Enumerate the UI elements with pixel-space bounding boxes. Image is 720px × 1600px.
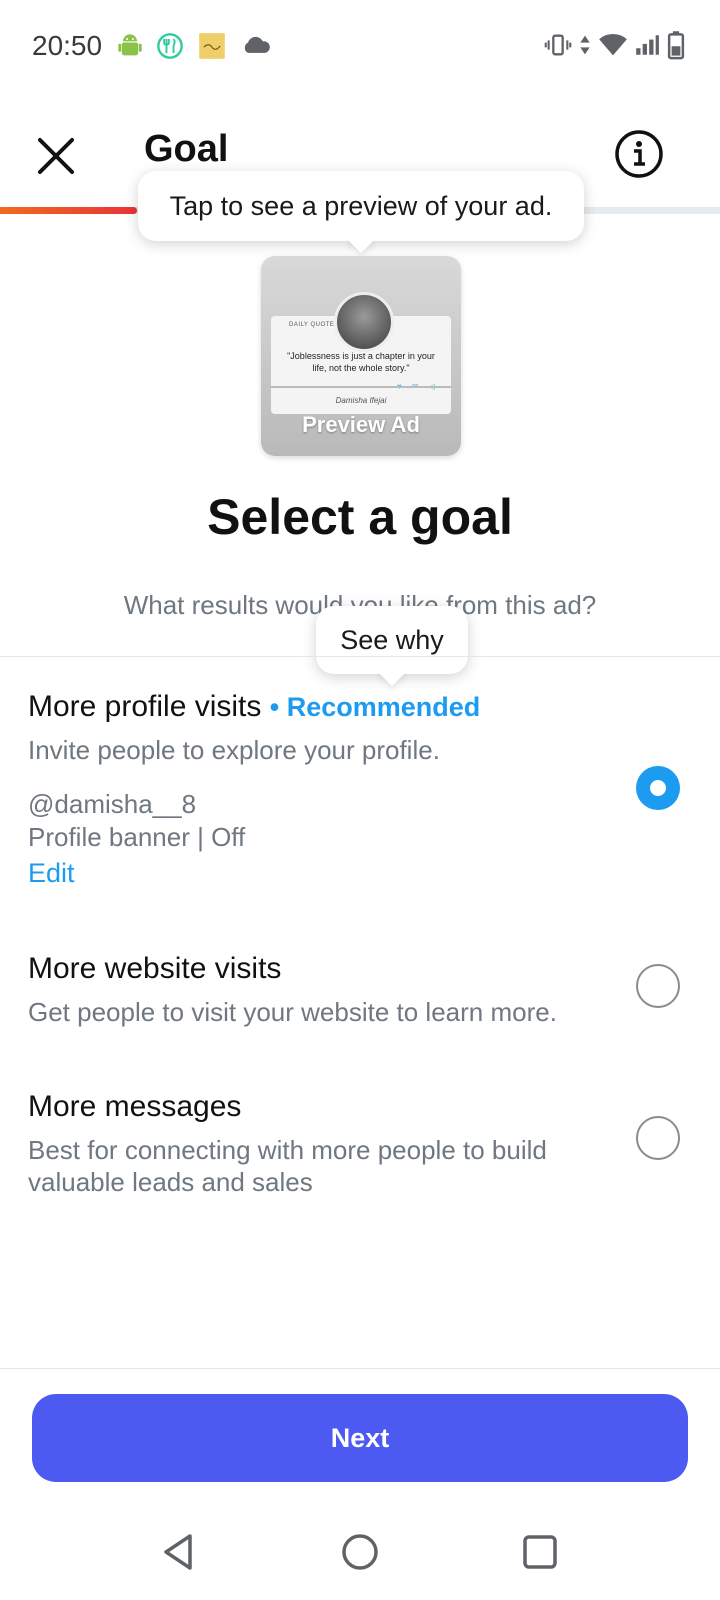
option-description: Best for connecting with more people to … [28,1135,547,1197]
quote-text: "Joblessness is just a chapter in your l… [287,351,435,373]
option-title: More messages [28,1090,242,1123]
fork-knife-icon [157,33,183,59]
app-thumbnail-icon [199,33,225,59]
cellular-signal-icon [636,35,659,55]
option-title: More profile visits • Recommended [28,690,480,724]
wifi-icon [599,33,627,56]
preview-hint-text: Tap to see a preview of your ad. [169,190,553,222]
see-why-text: See why [340,624,444,656]
info-icon[interactable] [612,127,666,181]
next-button[interactable]: Next [32,1394,688,1482]
quote-divider [271,386,451,388]
profile-banner-status: Profile banner | Off [28,822,246,852]
status-time: 20:50 [32,30,103,61]
android-icon [118,34,142,56]
see-why-tooltip[interactable]: See why [316,606,468,687]
vibrate-icon [544,34,572,56]
back-icon[interactable] [156,1530,200,1574]
progress-fill [0,207,137,214]
preview-ad-label: Preview Ad [302,412,420,437]
edit-link[interactable]: Edit [28,858,75,889]
option-profile-visits[interactable]: More profile visits • Recommended Invite… [0,690,720,900]
profile-handle: @damisha__8 [28,789,197,819]
footer-divider [0,1368,720,1369]
battery-icon [667,31,685,60]
option-title: More website visits [28,952,282,985]
option-website-visits[interactable]: More website visits Get people to visit … [0,952,720,1042]
divider [0,656,720,657]
quote-brand: DAILY QUOTE [289,322,335,328]
quote-signature: Damisha Ifejai [335,396,387,405]
radio-profile-visits[interactable] [636,766,680,810]
option-description: Invite people to explore your profile. [28,735,440,765]
status-bar: 20:50 [0,0,720,96]
page-title: Goal [144,128,229,170]
data-arrows-icon [580,35,590,55]
preview-ad-card[interactable]: DAILY QUOTE ♥ ✉ ◁ "Joblessness is just a… [261,256,461,456]
tooltip-arrow [377,657,407,687]
recommended-badge: • Recommended [269,692,481,722]
status-icons [544,30,686,60]
radio-messages[interactable] [636,1116,680,1160]
option-description: Get people to visit your website to lear… [28,997,557,1027]
home-icon[interactable] [338,1530,382,1574]
tooltip-arrow [346,224,376,254]
recents-icon[interactable] [518,1530,562,1574]
radio-website-visits[interactable] [636,964,680,1008]
preview-hint-tooltip[interactable]: Tap to see a preview of your ad. [138,171,584,254]
section-title: Select a goal [207,489,513,545]
option-messages[interactable]: More messages Best for connecting with m… [0,1090,720,1210]
cloud-icon [244,36,270,53]
avatar [334,292,394,352]
option-title-text: More profile visits [28,690,262,723]
system-navigation-bar [0,1500,720,1600]
close-icon[interactable] [30,130,82,182]
